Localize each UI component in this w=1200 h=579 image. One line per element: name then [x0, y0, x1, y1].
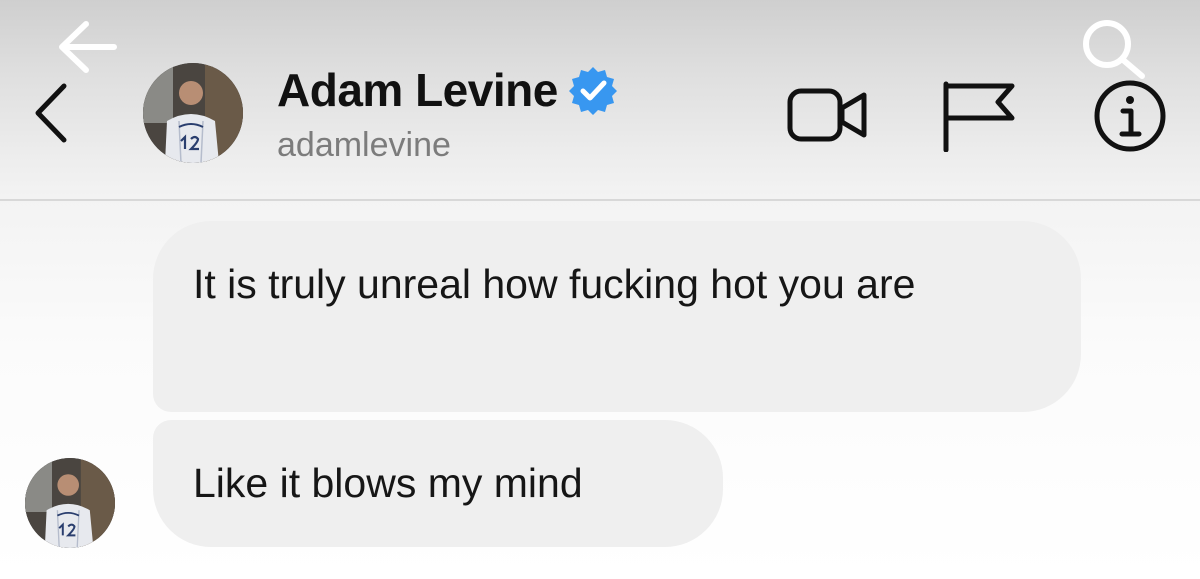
username: adamlevine: [277, 126, 451, 164]
avatar-image: [25, 458, 115, 548]
avatar-image: [143, 63, 243, 163]
search-icon[interactable]: [1080, 18, 1150, 80]
display-name: Adam Levine: [277, 64, 558, 116]
conversation-title: Adam Levine: [277, 60, 618, 120]
sender-avatar[interactable]: [25, 458, 115, 548]
message-bubble[interactable]: Like it blows my mind: [153, 420, 723, 547]
verified-badge-icon: [568, 67, 617, 115]
message-bubble[interactable]: It is truly unreal how fucking hot you a…: [153, 221, 1081, 412]
arrow-left-icon[interactable]: [56, 18, 118, 76]
message-text: It is truly unreal how fucking hot you a…: [193, 261, 916, 307]
header-divider: [0, 199, 1200, 201]
avatar[interactable]: [143, 63, 243, 163]
flag-icon[interactable]: [938, 78, 1020, 152]
video-call-icon[interactable]: [786, 82, 870, 148]
chevron-left-icon[interactable]: [28, 80, 74, 146]
info-icon[interactable]: [1092, 78, 1168, 154]
message-text: Like it blows my mind: [193, 460, 583, 506]
